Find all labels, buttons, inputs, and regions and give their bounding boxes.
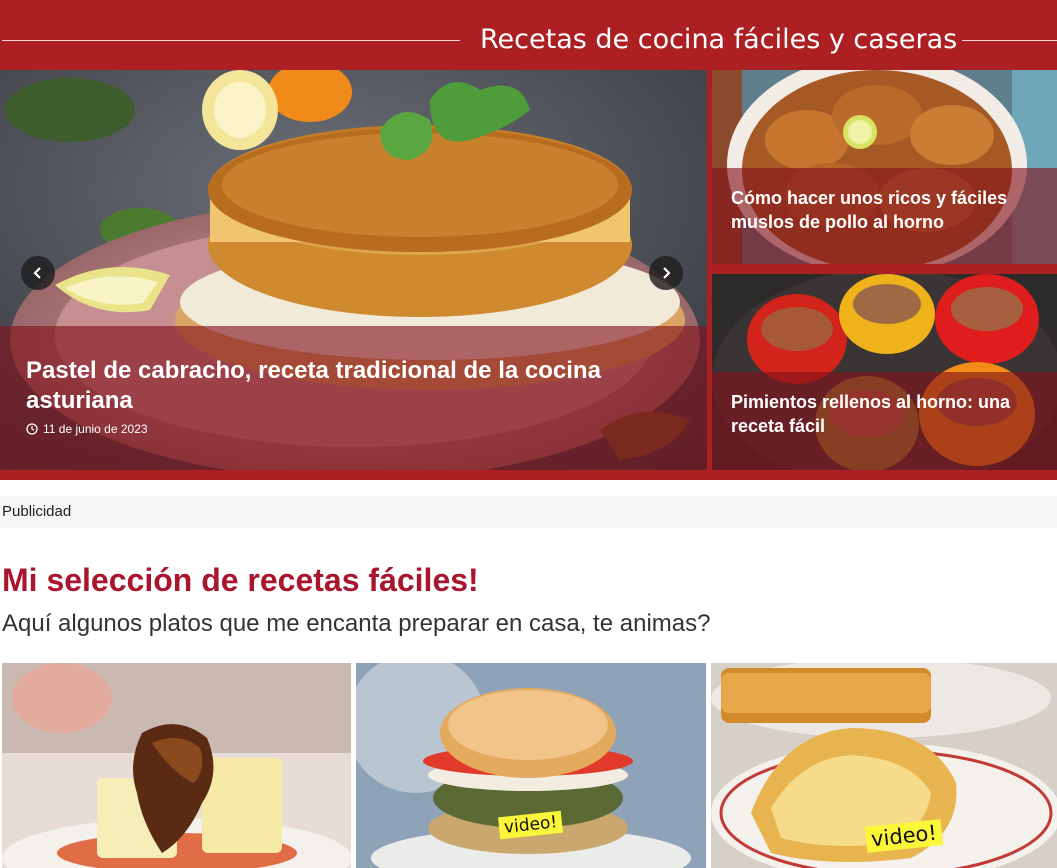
slider-next-button[interactable] xyxy=(649,256,683,290)
featured-side-card[interactable]: Cómo hacer unos ricos y fáciles muslos d… xyxy=(712,70,1057,264)
featured-main-slide[interactable]: Pastel de cabracho, receta tradicional d… xyxy=(0,70,707,470)
clock-icon xyxy=(26,423,38,435)
site-header: Recetas de cocina fáciles y caseras xyxy=(0,0,1057,70)
featured-side-title[interactable]: Cómo hacer unos ricos y fáciles muslos d… xyxy=(731,186,1037,234)
featured-side-card[interactable]: Pimientos rellenos al horno: una receta … xyxy=(712,274,1057,470)
featured-main-date-text: 11 de junio de 2023 xyxy=(43,422,148,436)
dessert-image xyxy=(2,663,351,868)
chevron-left-icon xyxy=(33,267,41,279)
site-title[interactable]: Recetas de cocina fáciles y caseras xyxy=(480,22,957,58)
slider-prev-button[interactable] xyxy=(21,256,55,290)
featured-main-date: 11 de junio de 2023 xyxy=(26,422,681,436)
recipe-card[interactable]: video! xyxy=(356,663,706,868)
header-divider-left xyxy=(2,40,460,41)
chevron-right-icon xyxy=(663,267,671,279)
featured-main-title[interactable]: Pastel de cabracho, receta tradicional d… xyxy=(26,356,681,416)
advertising-label: Publicidad xyxy=(0,496,1057,528)
header-divider-right xyxy=(962,40,1057,41)
featured-side-caption: Cómo hacer unos ricos y fáciles muslos d… xyxy=(712,168,1057,264)
recipe-card[interactable]: video! xyxy=(711,663,1057,868)
featured-main-caption: Pastel de cabracho, receta tradicional d… xyxy=(0,326,707,470)
featured-side-title[interactable]: Pimientos rellenos al horno: una receta … xyxy=(731,390,1037,438)
veggie-burger-image xyxy=(356,663,706,868)
featured-slider-area: Pastel de cabracho, receta tradicional d… xyxy=(0,70,1057,480)
featured-side-caption: Pimientos rellenos al horno: una receta … xyxy=(712,372,1057,470)
section-title: Mi selección de recetas fáciles! xyxy=(2,562,479,598)
recipe-card[interactable] xyxy=(2,663,351,868)
section-subtitle: Aquí algunos platos que me encanta prepa… xyxy=(2,610,711,637)
